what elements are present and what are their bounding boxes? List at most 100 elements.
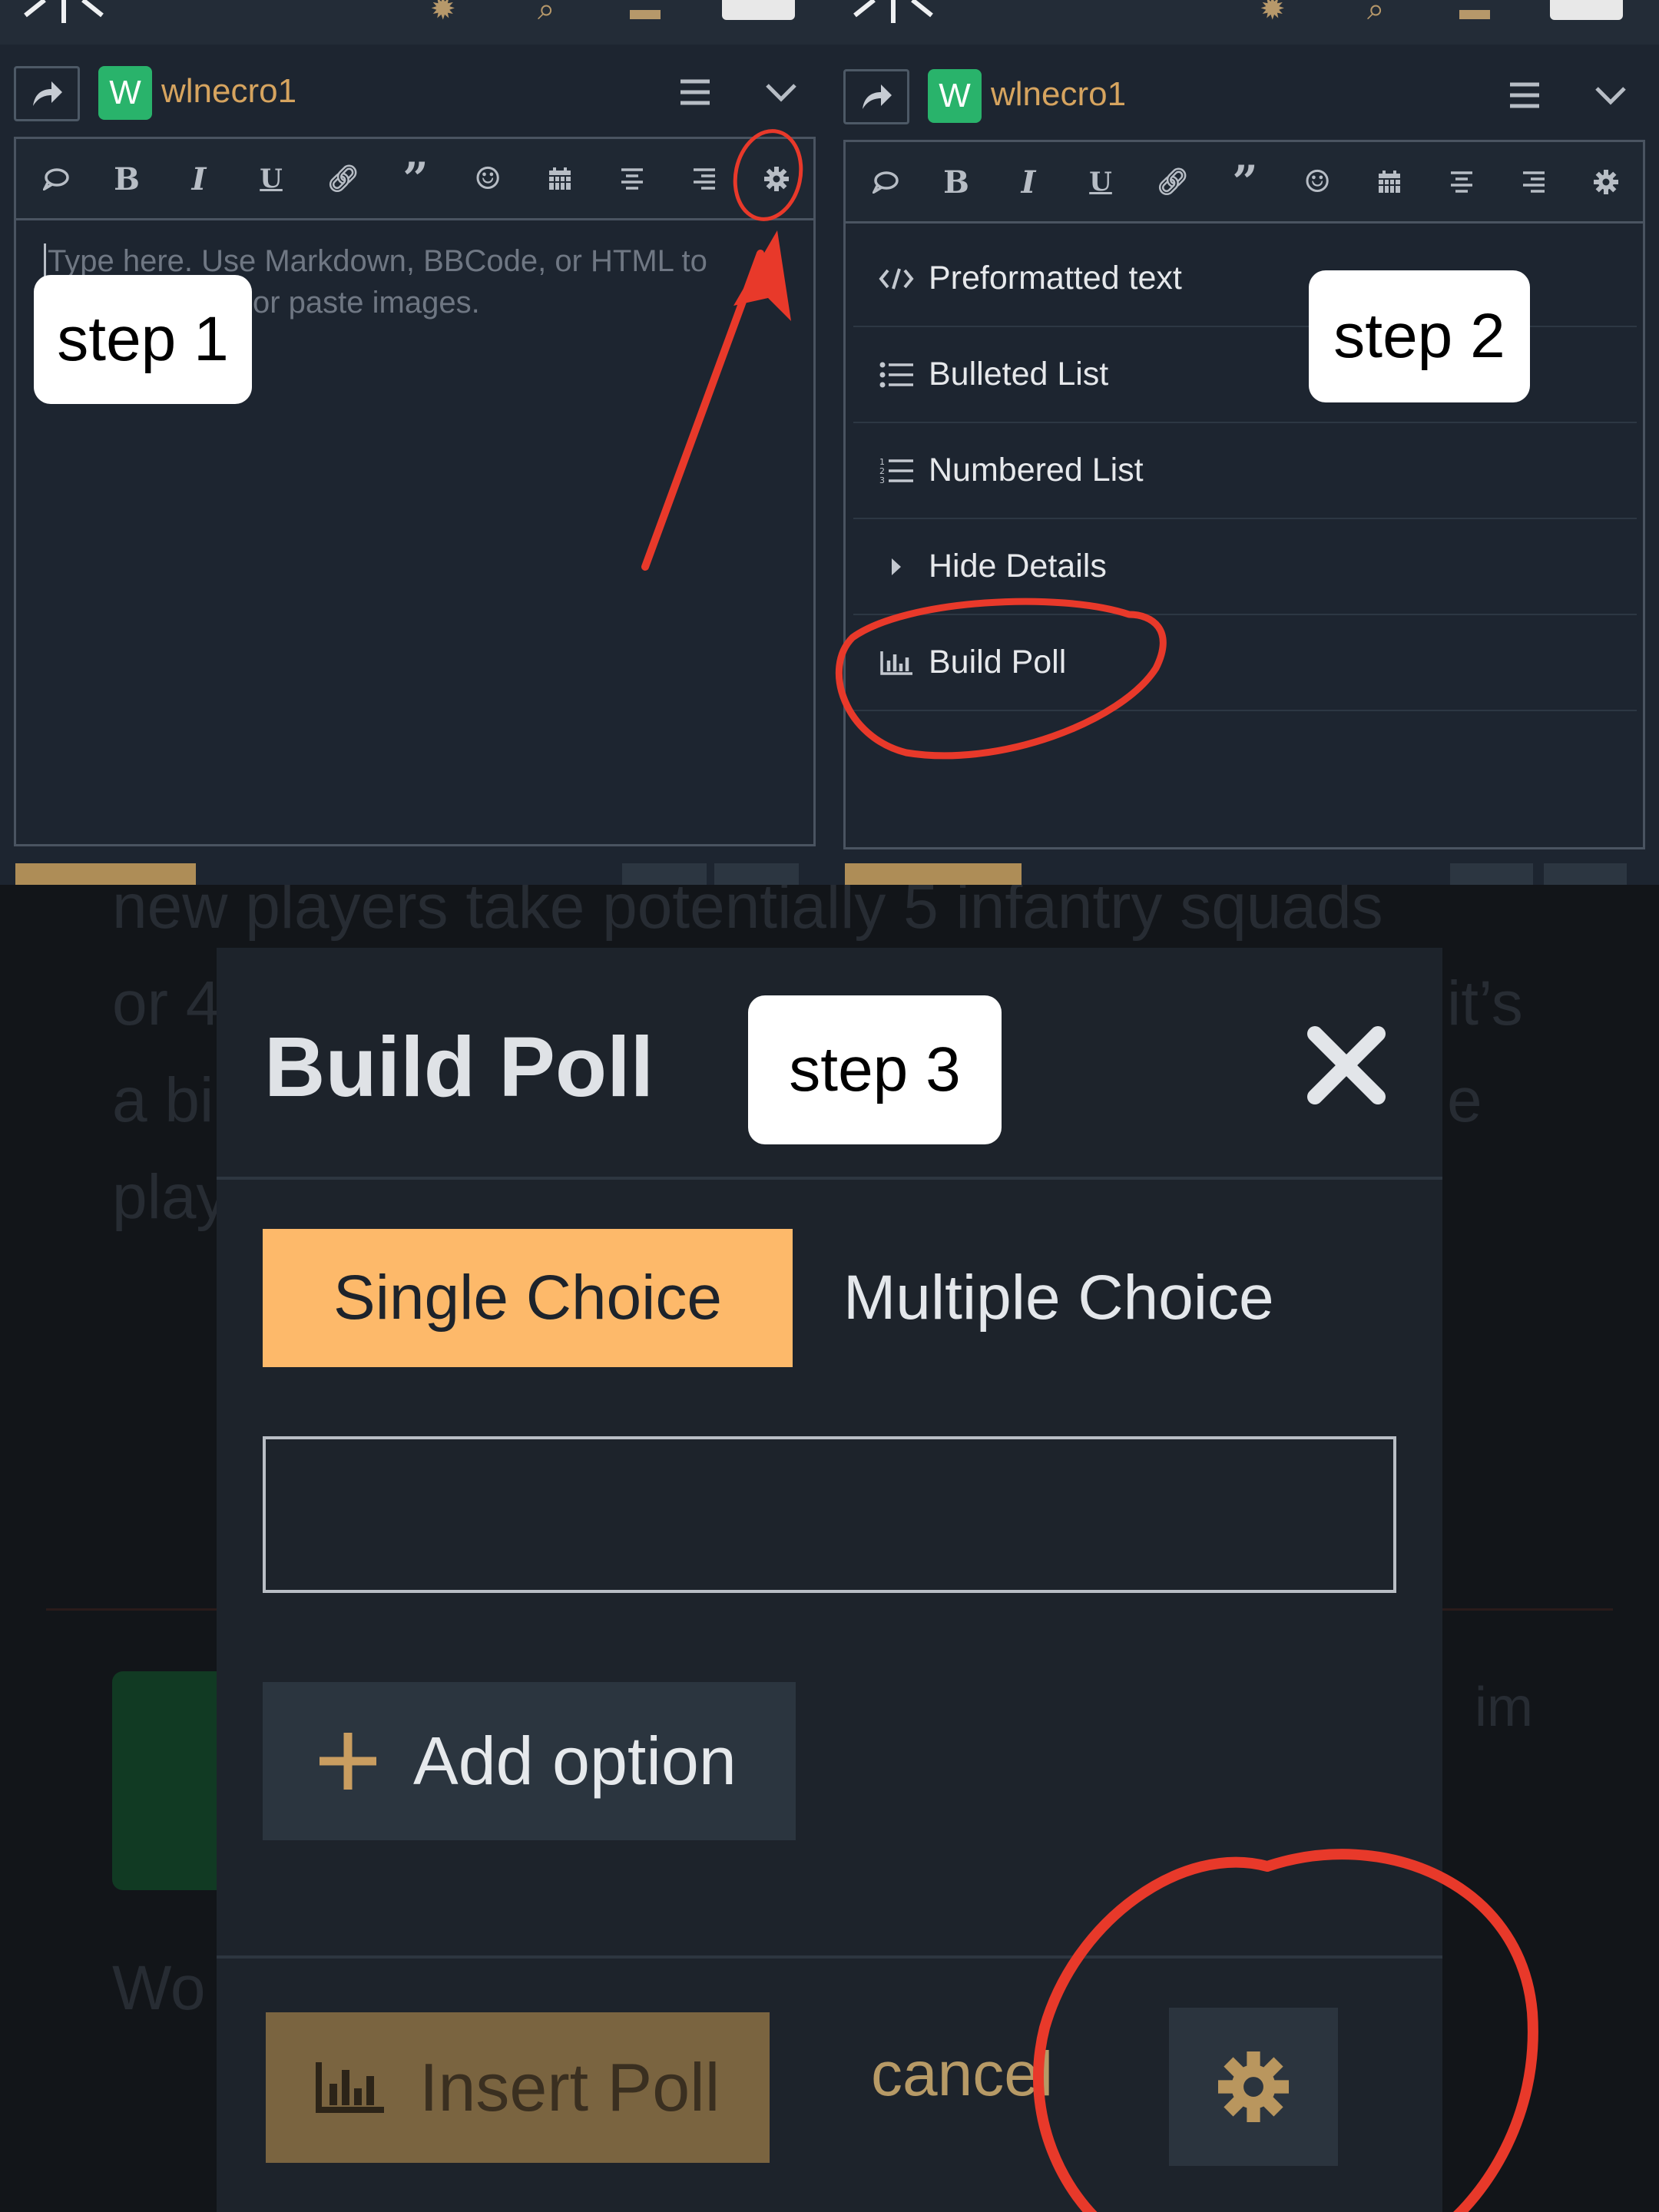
- quote-icon[interactable]: ”: [394, 153, 437, 205]
- search-icon[interactable]: ⌕: [538, 0, 576, 25]
- menu-icon[interactable]: ▬: [1459, 0, 1498, 25]
- avatar: W: [98, 66, 152, 120]
- insert-poll-button[interactable]: Insert Poll: [266, 2012, 770, 2163]
- align-center-icon[interactable]: [611, 157, 654, 200]
- calendar-icon[interactable]: [538, 157, 581, 200]
- close-icon[interactable]: [1304, 1023, 1389, 1108]
- modal-title: Build Poll: [264, 1020, 654, 1114]
- menu-icon[interactable]: ▬: [630, 0, 668, 25]
- align-right-icon[interactable]: [1512, 161, 1555, 204]
- link-icon[interactable]: 🔗︎: [1151, 161, 1194, 204]
- quote-icon[interactable]: ”: [1224, 156, 1267, 208]
- link-icon[interactable]: 🔗︎: [322, 157, 365, 200]
- username[interactable]: wlnecro1: [161, 72, 296, 111]
- step-2-label: step 2: [1309, 270, 1530, 402]
- share-arrow-icon: [33, 81, 62, 106]
- user-avatar-button[interactable]: [722, 0, 795, 20]
- background-post-text: play: [112, 1162, 228, 1232]
- bold-icon[interactable]: B: [105, 157, 148, 200]
- emoji-icon[interactable]: ☺: [1296, 161, 1339, 204]
- composer-editor[interactable]: B I U 🔗︎ ” ☺ Type here. Use Markdown, BB…: [14, 137, 816, 846]
- hamburger-icon[interactable]: [677, 75, 713, 109]
- bold-icon[interactable]: B: [935, 161, 978, 204]
- cancel-button[interactable]: cancel: [871, 2038, 1053, 2111]
- background-post-text: e: [1447, 1065, 1482, 1135]
- sun-icon[interactable]: ✹: [430, 0, 469, 25]
- footer-button[interactable]: [622, 863, 707, 885]
- composer-footer: [830, 860, 1659, 885]
- background-post-text: new players take potentially 5 infantry …: [112, 885, 1383, 942]
- menu-item-build-poll[interactable]: Build Poll: [853, 615, 1637, 711]
- background-post-text: it’s: [1447, 969, 1523, 1038]
- share-arrow-icon: [863, 84, 892, 109]
- poll-settings-button[interactable]: [1169, 2008, 1338, 2166]
- speech-bubble-icon[interactable]: [35, 157, 78, 200]
- background-post-text: or 4: [112, 969, 221, 1038]
- menu-item-label: Preformatted text: [929, 260, 1182, 296]
- editor-panel-step1: ✹ ⌕ ▬ W wlnecro1 B I U 🔗︎ ” ☺ Type here.…: [0, 0, 830, 885]
- reply-submit-button[interactable]: [845, 863, 1022, 885]
- editor-panel-step2: ✹ ⌕ ▬ W wlnecro1 B I U 🔗︎ ” ☺ Preformatt…: [830, 0, 1659, 885]
- bar-chart-icon: [316, 2062, 384, 2113]
- menu-item-hide-details[interactable]: Hide Details: [853, 519, 1637, 615]
- italic-icon[interactable]: I: [1007, 161, 1050, 204]
- calendar-icon[interactable]: [1368, 161, 1411, 204]
- menu-item-label: Numbered List: [929, 452, 1144, 488]
- sun-icon[interactable]: ✹: [1260, 0, 1298, 25]
- background-post-text: im: [1475, 1677, 1533, 1738]
- italic-icon[interactable]: I: [177, 157, 220, 200]
- composer-footer: [0, 860, 830, 885]
- gear-icon: [1218, 2051, 1289, 2122]
- emoji-icon[interactable]: ☺: [466, 157, 509, 200]
- reply-user-row: W wlnecro1: [843, 65, 1646, 126]
- plus-icon: [320, 1733, 376, 1790]
- site-header: ✹ ⌕ ▬: [0, 0, 830, 45]
- composer-editor[interactable]: B I U 🔗︎ ” ☺ Preformatted text Bulleted …: [843, 140, 1645, 849]
- reply-button[interactable]: [14, 66, 80, 121]
- composer-toolbar: B I U 🔗︎ ” ☺: [846, 142, 1643, 224]
- user-avatar-button[interactable]: [1550, 0, 1623, 20]
- gear-icon[interactable]: [1584, 161, 1628, 204]
- menu-item-numbered-list[interactable]: 123 Numbered List: [853, 423, 1637, 519]
- speech-bubble-icon[interactable]: [864, 161, 907, 204]
- reply-submit-button[interactable]: [15, 863, 196, 885]
- bar-chart-icon: [876, 646, 916, 680]
- chevron-down-icon[interactable]: [763, 75, 799, 109]
- reply-user-row: W wlnecro1: [14, 61, 816, 123]
- bulleted-list-icon: [876, 358, 916, 392]
- insert-poll-label: Insert Poll: [419, 2049, 720, 2125]
- add-option-label: Add option: [413, 1723, 737, 1799]
- footer-button[interactable]: [714, 863, 799, 885]
- reply-button[interactable]: [843, 69, 909, 124]
- add-option-button[interactable]: Add option: [263, 1682, 796, 1840]
- single-choice-tab[interactable]: Single Choice: [263, 1229, 793, 1367]
- align-center-icon[interactable]: [1440, 161, 1483, 204]
- placeholder-line1: Type here. Use Markdown, BBCode, or HTML…: [48, 244, 707, 278]
- chevron-down-icon[interactable]: [1593, 78, 1628, 112]
- site-logo-icon[interactable]: [851, 0, 935, 23]
- step-3-label: step 3: [748, 995, 1002, 1144]
- underline-icon[interactable]: U: [250, 157, 293, 200]
- site-header: ✹ ⌕ ▬: [830, 0, 1659, 45]
- search-icon[interactable]: ⌕: [1367, 0, 1406, 25]
- modal-divider: [217, 1955, 1442, 1959]
- gear-icon[interactable]: [755, 157, 798, 200]
- align-right-icon[interactable]: [683, 157, 726, 200]
- footer-button[interactable]: [1450, 863, 1533, 885]
- hamburger-icon[interactable]: [1507, 78, 1542, 112]
- step-1-label: step 1: [34, 275, 252, 404]
- svg-text:3: 3: [879, 475, 885, 485]
- code-icon: [876, 262, 916, 296]
- underline-icon[interactable]: U: [1079, 161, 1122, 204]
- avatar: W: [928, 69, 982, 123]
- menu-item-label: Build Poll: [929, 644, 1067, 680]
- menu-item-label: Hide Details: [929, 548, 1107, 584]
- multiple-choice-tab[interactable]: Multiple Choice: [843, 1229, 1381, 1367]
- site-logo-icon[interactable]: [22, 0, 106, 23]
- footer-button[interactable]: [1544, 863, 1627, 885]
- username[interactable]: wlnecro1: [991, 75, 1126, 114]
- caret-right-icon: [876, 550, 916, 584]
- text-caret: [44, 243, 46, 277]
- background-post-text: Wo: [112, 1953, 206, 2023]
- poll-option-input[interactable]: [263, 1436, 1396, 1593]
